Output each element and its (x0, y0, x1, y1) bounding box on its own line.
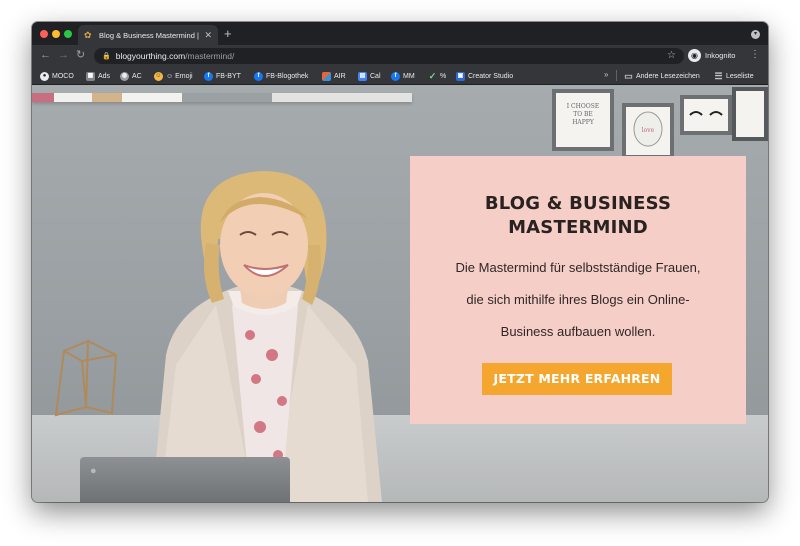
hero-title: BLOG & BUSINESS MASTERMIND (410, 192, 746, 240)
bookmark-mm[interactable]: f MM (391, 70, 415, 82)
bookmark-label: FB-BYT (216, 72, 241, 80)
bookmark-label: AC (132, 72, 142, 80)
tab-title: Blog & Business Mastermind | (99, 30, 199, 40)
address-bar[interactable]: 🔒 blogyourthing.com/mastermind/ ☆ (94, 48, 684, 64)
moco-icon: ● (40, 71, 49, 81)
page-content: I CHOOSE TO BE HAPPY love ● BLOG & BUSIN… (32, 85, 768, 502)
svg-text:love: love (642, 127, 655, 134)
toolbar: ← → ↻ 🔒 blogyourthing.com/mastermind/ ☆ … (32, 45, 768, 67)
tab-active[interactable]: ✿ Blog & Business Mastermind | ✕ (78, 25, 218, 45)
bookmark-air[interactable]: AIR (322, 70, 346, 82)
hero-description-line1: Die Mastermind für selbstständige Frauen… (455, 260, 701, 275)
bookmark-label: ☺ Emoji (166, 72, 193, 80)
bookmark-fb-byt[interactable]: f FB-BYT (204, 70, 241, 82)
reading-list-label: Leseliste (726, 72, 754, 80)
frame-quote: I CHOOSE TO BE HAPPY (566, 103, 600, 126)
bookmark-ac[interactable]: ◍ AC (120, 70, 142, 82)
picture-frame: I CHOOSE TO BE HAPPY (552, 89, 614, 151)
bookmark-label: MOCO (52, 72, 74, 80)
ads-icon: ▦ (86, 71, 95, 81)
bookmark-star-icon[interactable]: ☆ (667, 50, 676, 61)
bookmark-creator-studio[interactable]: ▣ Creator Studio (456, 70, 513, 82)
frame-drawing: love (633, 111, 663, 147)
maximize-window-button[interactable] (64, 30, 72, 38)
creator-studio-icon: ▣ (456, 71, 465, 81)
minimize-window-button[interactable] (52, 30, 60, 38)
apple-logo-icon: ● (90, 465, 97, 477)
reload-icon[interactable]: ↻ (76, 50, 85, 61)
facebook-icon: f (391, 71, 400, 81)
bookmark-label: Cal (370, 72, 381, 80)
hero-card: BLOG & BUSINESS MASTERMIND Die Mastermin… (410, 156, 746, 424)
picture-frame (732, 87, 768, 141)
facebook-icon: f (204, 71, 213, 81)
check-icon: ✓ (428, 70, 437, 81)
url-path: /mastermind/ (185, 51, 235, 61)
geometric-sculpture (54, 339, 118, 417)
bookmark-fb-blogothek[interactable]: f FB-Blogothek (254, 70, 308, 82)
eyelashes-drawing (689, 111, 723, 116)
woman-photo (152, 171, 382, 502)
hero-title-line2: MASTERMIND (508, 217, 648, 238)
tab-strip: ✿ Blog & Business Mastermind | ✕ + ▾ (32, 22, 768, 45)
bookmark-emoji[interactable]: ☺ ☺ Emoji (154, 70, 193, 82)
profile-label[interactable]: Inkognito (705, 51, 735, 60)
picture-frame: love (622, 103, 674, 159)
hero-description-line2: die sich mithilfe ihres Blogs ein Online… (466, 292, 690, 307)
facebook-icon: f (254, 71, 263, 81)
bookmark-label: Creator Studio (468, 72, 514, 80)
bookmark-ads[interactable]: ▦ Ads (86, 70, 110, 82)
reading-list-icon: ☰ (714, 70, 723, 81)
bookmark-label: AIR (334, 72, 346, 80)
other-bookmarks-label: Andere Lesezeichen (636, 72, 700, 80)
chevron-more-icon[interactable]: » (604, 70, 608, 79)
hero-title-line1: BLOG & BUSINESS (484, 193, 672, 214)
hero-description-line3: Business aufbauen wollen. (500, 324, 656, 339)
other-bookmarks[interactable]: ▭ Andere Lesezeichen (624, 70, 700, 82)
bookmark-label: Ads (98, 72, 111, 80)
emoji-icon: ☺ (154, 71, 163, 81)
site-favicon-icon: ✿ (84, 30, 92, 40)
laptop: ● (80, 457, 290, 502)
wall-shelf (32, 93, 412, 102)
air-icon (322, 71, 331, 81)
bookmark-label: FB-Blogothek (266, 72, 309, 80)
url-host: blogyourthing.com (115, 51, 186, 61)
new-tab-icon[interactable]: + (224, 27, 232, 40)
back-arrow-icon[interactable]: ← (40, 50, 51, 61)
menu-kebab-icon[interactable]: ⋮ (750, 50, 760, 60)
browser-window: ✿ Blog & Business Mastermind | ✕ + ▾ ← →… (32, 22, 768, 502)
close-window-button[interactable] (40, 30, 48, 38)
forward-arrow-icon[interactable]: → (58, 50, 69, 61)
bookmark-moco[interactable]: ● MOCO (40, 70, 74, 82)
bookmark-label: MM (403, 72, 415, 80)
shelf-books (32, 93, 272, 102)
reading-list[interactable]: ☰ Leseliste (714, 70, 754, 82)
calendar-icon: ▤ (358, 71, 367, 81)
bookmarks-bar: ● MOCO ▦ Ads ◍ AC ☺ ☺ Emoji f FB-BYT f F… (32, 67, 768, 85)
bookmark-label: % (440, 72, 447, 80)
bookmark-cal[interactable]: ▤ Cal (358, 70, 381, 82)
incognito-icon[interactable]: ◉ (688, 49, 701, 62)
bookmark-percent[interactable]: ✓ % (428, 70, 447, 82)
bookmarks-divider (616, 70, 617, 81)
tab-search-icon[interactable]: ▾ (751, 30, 760, 39)
lock-icon[interactable]: 🔒 (102, 52, 111, 60)
picture-frame (680, 95, 732, 135)
globe-icon: ◍ (120, 71, 129, 81)
folder-icon: ▭ (624, 70, 633, 81)
close-tab-icon[interactable]: ✕ (204, 30, 212, 41)
cta-button[interactable]: JETZT MEHR ERFAHREN (482, 363, 672, 395)
